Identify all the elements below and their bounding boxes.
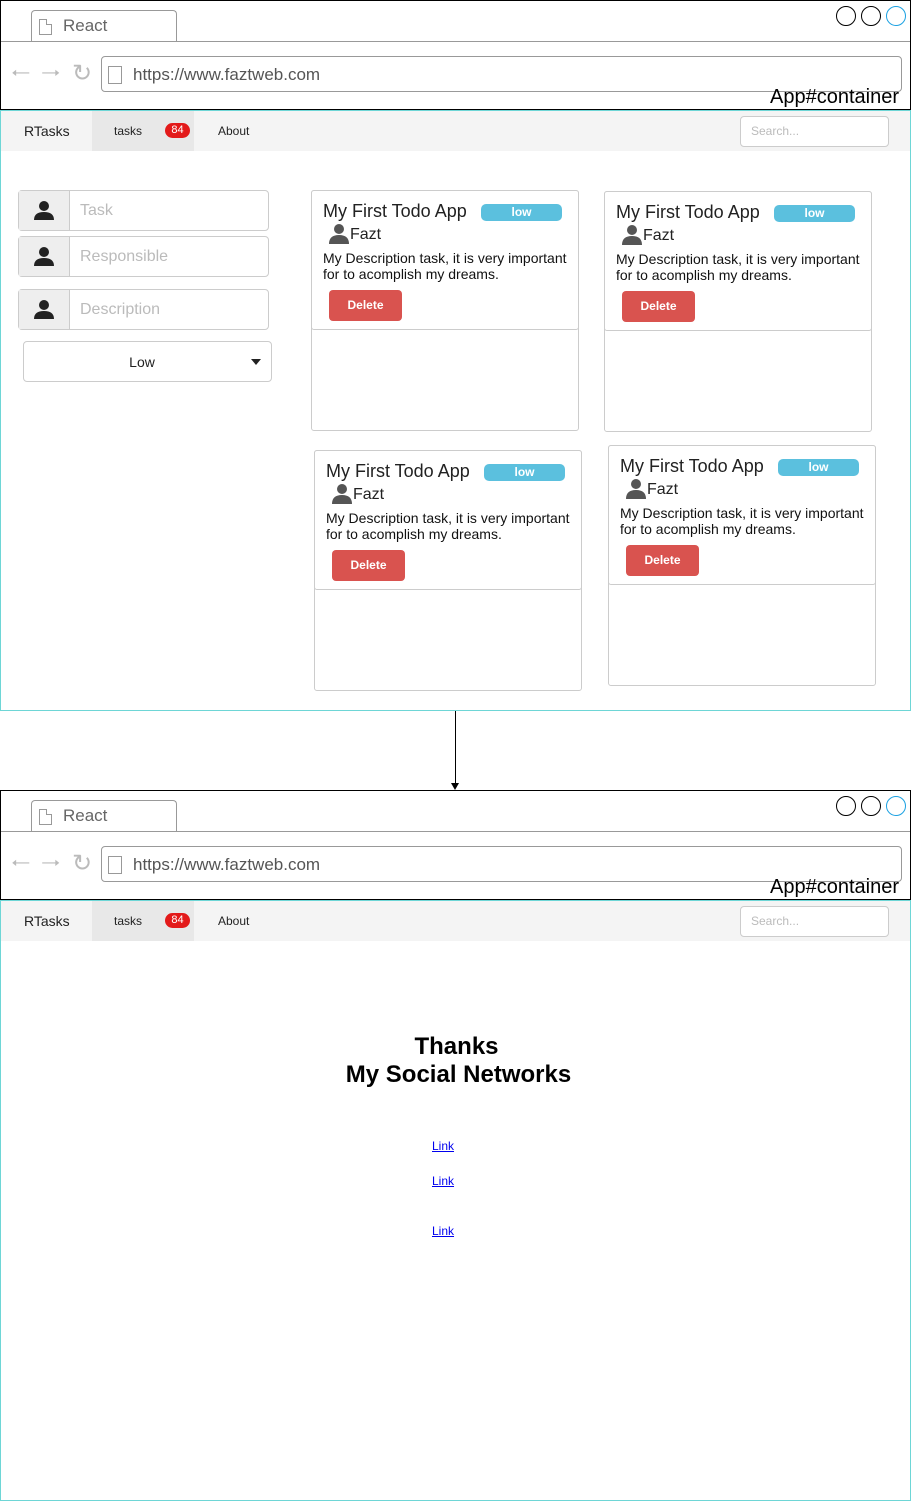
browser-tab[interactable]: React: [31, 10, 177, 41]
card-responsible: Fazt: [353, 486, 385, 503]
search-input[interactable]: Search...: [740, 906, 889, 937]
address-url: https://www.faztweb.com: [133, 65, 321, 84]
user-icon: [34, 300, 54, 319]
social-link[interactable]: Link: [432, 1224, 454, 1238]
browser-window-tasks: React 🠀 🠂 ↻ https://www.faztweb.com App#…: [0, 0, 911, 110]
navbar-brand[interactable]: RTasks: [24, 123, 70, 139]
priority-badge: low: [774, 205, 855, 222]
nav-item-about[interactable]: About: [218, 124, 249, 138]
card-title: My First Todo App: [326, 461, 470, 481]
task-card: My First Todo App low Fazt My Descriptio…: [608, 445, 876, 686]
card-description: My Description task, it is very importan…: [616, 251, 860, 283]
responsible-field-addon: [19, 237, 70, 276]
app-container-about: RTasks tasks 84 About Search... Thanks M…: [0, 900, 911, 1501]
app-container-tasks: RTasks tasks 84 About Search... Task Res…: [0, 110, 911, 711]
delete-button[interactable]: Delete: [626, 545, 699, 576]
delete-button[interactable]: Delete: [622, 291, 695, 322]
reload-icon[interactable]: ↻: [72, 852, 92, 876]
window-maximize-button[interactable]: [861, 6, 881, 26]
navbar: RTasks tasks 84 About Search...: [1, 901, 910, 941]
user-icon: [622, 225, 642, 245]
page-icon: [39, 19, 52, 35]
arrow-head-icon: [451, 783, 459, 790]
description-field[interactable]: Description: [18, 289, 269, 330]
user-icon: [34, 247, 54, 266]
search-placeholder: Search...: [751, 914, 800, 928]
priority-badge: low: [484, 464, 565, 481]
social-link[interactable]: Link: [432, 1139, 454, 1153]
flow-connector-line: [455, 711, 456, 784]
page-icon: [108, 66, 122, 84]
responsible-field[interactable]: Responsible: [18, 236, 269, 277]
card-description: My Description task, it is very importan…: [326, 510, 570, 542]
window-close-button[interactable]: [886, 6, 906, 26]
back-arrow-icon[interactable]: 🠀: [11, 852, 31, 876]
navbar: RTasks tasks 84 About Search...: [1, 111, 910, 151]
task-card: My First Todo App low Fazt My Descriptio…: [314, 450, 582, 691]
card-responsible: Fazt: [643, 227, 675, 244]
card-title: My First Todo App: [616, 202, 760, 222]
nav-tasks-label[interactable]: tasks: [114, 914, 142, 928]
page-icon: [39, 809, 52, 825]
user-icon: [34, 201, 54, 220]
back-arrow-icon[interactable]: 🠀: [11, 62, 31, 86]
forward-arrow-icon[interactable]: 🠂: [41, 62, 61, 86]
tasks-count-badge: 84: [165, 913, 190, 928]
reload-icon[interactable]: ↻: [72, 62, 92, 86]
card-description: My Description task, it is very importan…: [323, 250, 567, 282]
priority-select[interactable]: Low: [23, 341, 272, 382]
responsible-placeholder: Responsible: [80, 248, 169, 265]
task-card: My First Todo App low Fazt My Descriptio…: [311, 190, 579, 431]
task-card-body: My First Todo App low Fazt My Descriptio…: [604, 191, 872, 331]
task-card-body: My First Todo App low Fazt My Descriptio…: [314, 450, 582, 590]
about-heading-social: My Social Networks: [345, 1061, 572, 1088]
card-description: My Description task, it is very importan…: [620, 505, 864, 537]
window-minimize-button[interactable]: [836, 6, 856, 26]
tasks-count-badge: 84: [165, 123, 190, 138]
about-heading-thanks: Thanks: [414, 1033, 499, 1060]
task-placeholder: Task: [80, 202, 113, 219]
description-field-addon: [19, 290, 70, 329]
container-label: App#container: [770, 86, 899, 108]
user-icon: [329, 224, 349, 244]
task-field[interactable]: Task: [18, 190, 269, 231]
window-minimize-button[interactable]: [836, 796, 856, 816]
card-responsible: Fazt: [647, 481, 679, 498]
browser-window-about: React 🠀 🠂 ↻ https://www.faztweb.com App#…: [0, 790, 911, 900]
browser-tab-title: React: [63, 806, 108, 825]
navbar-brand[interactable]: RTasks: [24, 913, 70, 929]
delete-button[interactable]: Delete: [332, 550, 405, 581]
window-close-button[interactable]: [886, 796, 906, 816]
task-field-addon: [19, 191, 70, 230]
task-card: My First Todo App low Fazt My Descriptio…: [604, 191, 872, 432]
window-maximize-button[interactable]: [861, 796, 881, 816]
card-title: My First Todo App: [323, 201, 467, 221]
caret-down-icon: [251, 359, 261, 365]
user-icon: [332, 484, 352, 504]
description-placeholder: Description: [80, 301, 161, 318]
card-responsible: Fazt: [350, 226, 382, 243]
address-url: https://www.faztweb.com: [133, 855, 321, 874]
search-placeholder: Search...: [751, 124, 800, 138]
browser-tab-bar: React: [1, 791, 910, 832]
priority-badge: low: [481, 204, 562, 221]
task-card-body: My First Todo App low Fazt My Descriptio…: [311, 190, 579, 330]
browser-tab-bar: React: [1, 1, 910, 42]
browser-tab-title: React: [63, 16, 108, 35]
delete-button[interactable]: Delete: [329, 290, 402, 321]
forward-arrow-icon[interactable]: 🠂: [41, 852, 61, 876]
priority-badge: low: [778, 459, 859, 476]
task-card-body: My First Todo App low Fazt My Descriptio…: [608, 445, 876, 585]
container-label: App#container: [770, 876, 899, 898]
browser-tab[interactable]: React: [31, 800, 177, 831]
social-link[interactable]: Link: [432, 1174, 454, 1188]
user-icon: [626, 479, 646, 499]
nav-tasks-label[interactable]: tasks: [114, 124, 142, 138]
priority-selected-value: Low: [129, 354, 155, 370]
page-icon: [108, 856, 122, 874]
search-input[interactable]: Search...: [740, 116, 889, 147]
nav-item-about[interactable]: About: [218, 914, 249, 928]
card-title: My First Todo App: [620, 456, 764, 476]
